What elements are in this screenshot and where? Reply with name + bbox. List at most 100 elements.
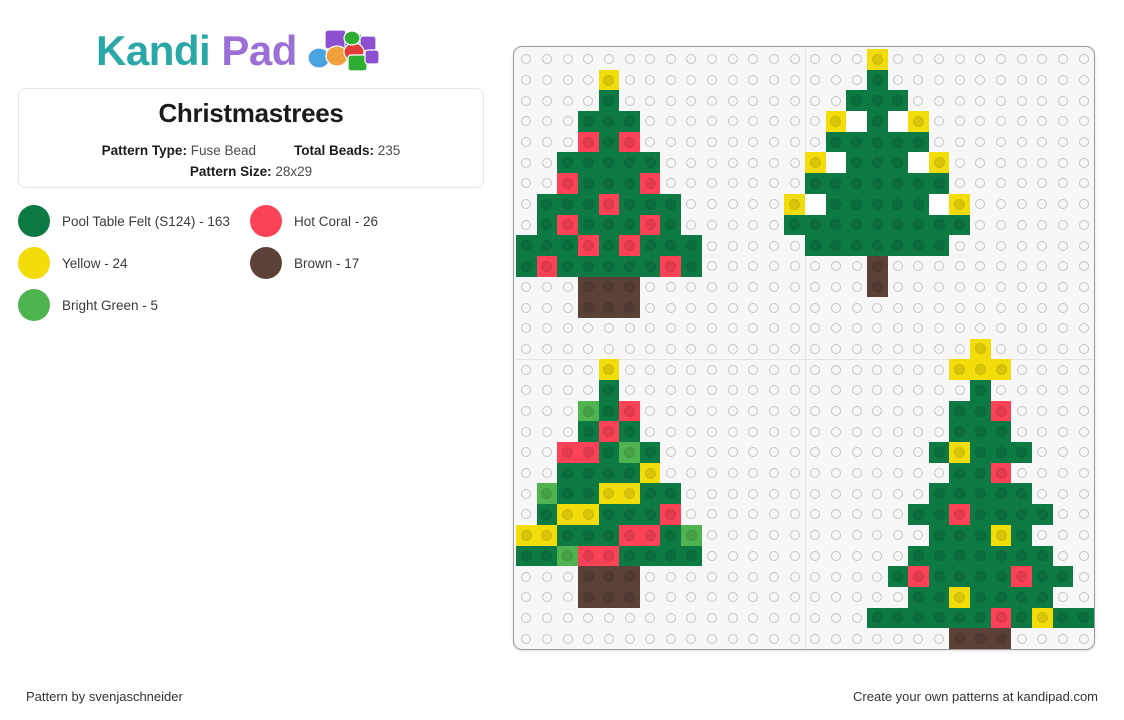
peg-hole[interactable] <box>784 380 805 401</box>
peg-hole[interactable] <box>949 256 970 277</box>
peg-hole[interactable] <box>846 628 867 649</box>
peg-hole[interactable] <box>743 49 764 70</box>
bead-cell[interactable] <box>949 193 970 215</box>
bead-cell[interactable] <box>598 566 620 587</box>
peg-hole[interactable] <box>846 608 867 629</box>
peg-hole[interactable] <box>681 504 702 525</box>
bead-cell[interactable] <box>908 235 929 256</box>
bead-cell[interactable] <box>928 566 950 587</box>
bead-cell[interactable] <box>887 90 909 111</box>
peg-hole[interactable] <box>722 504 743 525</box>
peg-hole[interactable] <box>1053 152 1074 173</box>
peg-hole[interactable] <box>764 483 785 504</box>
peg-hole[interactable] <box>619 318 640 339</box>
peg-hole[interactable] <box>1073 297 1094 318</box>
peg-hole[interactable] <box>764 256 785 277</box>
peg-hole[interactable] <box>743 277 764 298</box>
peg-hole[interactable] <box>784 173 805 194</box>
peg-hole[interactable] <box>1011 318 1032 339</box>
peg-hole[interactable] <box>743 483 764 504</box>
peg-hole[interactable] <box>991 90 1012 111</box>
peg-hole[interactable] <box>1011 401 1032 422</box>
peg-hole[interactable] <box>888 587 909 608</box>
bead-cell[interactable] <box>598 255 620 277</box>
bead-cell[interactable] <box>619 566 640 587</box>
peg-hole[interactable] <box>619 359 640 380</box>
peg-hole[interactable] <box>722 297 743 318</box>
peg-hole[interactable] <box>516 318 537 339</box>
peg-hole[interactable] <box>1073 380 1094 401</box>
bead-cell[interactable] <box>908 586 929 608</box>
peg-hole[interactable] <box>1073 546 1094 567</box>
bead-cell[interactable] <box>598 421 620 442</box>
peg-hole[interactable] <box>702 297 723 318</box>
peg-hole[interactable] <box>557 339 578 360</box>
peg-hole[interactable] <box>805 608 826 629</box>
peg-hole[interactable] <box>557 359 578 380</box>
peg-hole[interactable] <box>805 566 826 587</box>
peg-hole[interactable] <box>970 256 991 277</box>
peg-hole[interactable] <box>1053 628 1074 649</box>
peg-hole[interactable] <box>702 111 723 132</box>
peg-hole[interactable] <box>702 256 723 277</box>
peg-hole[interactable] <box>681 70 702 91</box>
bead-cell[interactable] <box>577 483 599 504</box>
peg-hole[interactable] <box>805 277 826 298</box>
peg-hole[interactable] <box>908 339 929 360</box>
bead-cell[interactable] <box>619 276 640 298</box>
bead-cell[interactable] <box>619 173 640 194</box>
peg-hole[interactable] <box>888 483 909 504</box>
peg-hole[interactable] <box>1032 401 1053 422</box>
peg-hole[interactable] <box>516 628 537 649</box>
peg-hole[interactable] <box>537 566 558 587</box>
bead-cell[interactable] <box>536 504 558 525</box>
peg-hole[interactable] <box>660 173 681 194</box>
peg-hole[interactable] <box>640 297 661 318</box>
bead-cell[interactable] <box>598 524 620 546</box>
peg-hole[interactable] <box>867 401 888 422</box>
peg-hole[interactable] <box>929 49 950 70</box>
peg-hole[interactable] <box>557 297 578 318</box>
peg-hole[interactable] <box>888 525 909 546</box>
peg-hole[interactable] <box>805 463 826 484</box>
bead-cell[interactable] <box>536 255 558 277</box>
peg-hole[interactable] <box>764 111 785 132</box>
peg-hole[interactable] <box>681 215 702 236</box>
peg-hole[interactable] <box>1032 421 1053 442</box>
peg-hole[interactable] <box>702 339 723 360</box>
peg-hole[interactable] <box>970 215 991 236</box>
peg-hole[interactable] <box>722 421 743 442</box>
peg-hole[interactable] <box>619 608 640 629</box>
bead-cell[interactable] <box>619 214 640 236</box>
peg-hole[interactable] <box>640 339 661 360</box>
legend-item[interactable]: Yellow - 24 <box>18 242 250 284</box>
peg-hole[interactable] <box>537 608 558 629</box>
peg-hole[interactable] <box>991 297 1012 318</box>
peg-hole[interactable] <box>826 49 847 70</box>
peg-hole[interactable] <box>805 442 826 463</box>
peg-hole[interactable] <box>516 111 537 132</box>
peg-hole[interactable] <box>743 152 764 173</box>
peg-hole[interactable] <box>557 90 578 111</box>
bead-cell[interactable] <box>681 235 702 256</box>
bead-cell[interactable] <box>846 111 867 132</box>
bead-cell[interactable] <box>908 111 929 132</box>
bead-cell[interactable] <box>908 131 929 153</box>
bead-cell[interactable] <box>639 545 661 567</box>
peg-hole[interactable] <box>826 297 847 318</box>
bead-cell[interactable] <box>866 90 888 111</box>
bead-cell[interactable] <box>970 380 991 401</box>
peg-hole[interactable] <box>846 401 867 422</box>
bead-cell[interactable] <box>536 483 558 504</box>
bead-cell[interactable] <box>825 131 847 153</box>
peg-hole[interactable] <box>1053 318 1074 339</box>
peg-hole[interactable] <box>702 318 723 339</box>
peg-hole[interactable] <box>557 277 578 298</box>
bead-cell[interactable] <box>1011 504 1032 525</box>
bead-cell[interactable] <box>577 586 599 608</box>
peg-hole[interactable] <box>537 90 558 111</box>
bead-cell[interactable] <box>1011 524 1032 546</box>
bead-cell[interactable] <box>928 442 950 463</box>
peg-hole[interactable] <box>743 256 764 277</box>
bead-cell[interactable] <box>639 504 661 525</box>
